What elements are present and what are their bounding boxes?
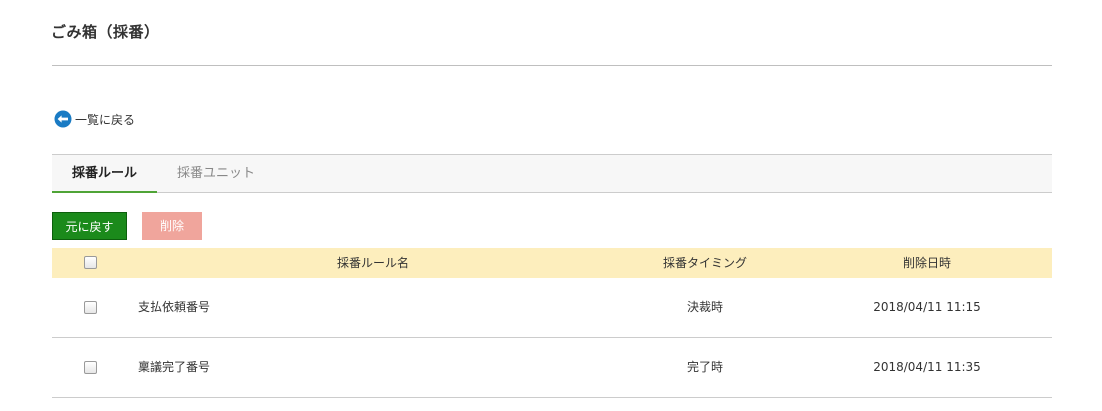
timing-cell: 完了時 <box>686 360 723 374</box>
tab-label: 採番ユニット <box>176 166 255 181</box>
deleted-at-cell: 2018/04/11 11:35 <box>873 360 981 374</box>
row-checkbox-cell <box>52 338 128 397</box>
tab-numbering-units[interactable]: 採番ユニット <box>164 155 268 192</box>
rule-name-cell: 支払依頼番号 <box>138 300 211 314</box>
back-link-label: 一覧に戻る <box>75 112 136 127</box>
page-title: ごみ箱（採番） <box>51 23 160 41</box>
timing-cell: 決裁時 <box>686 300 723 314</box>
rule-name-cell: 稟議完了番号 <box>138 360 211 374</box>
row-checkbox[interactable] <box>83 361 97 374</box>
column-header-rule-name: 採番ルール名 <box>336 256 409 270</box>
back-to-list-link[interactable]: 一覧に戻る <box>54 110 135 128</box>
active-tab-indicator <box>52 191 157 193</box>
tab-bar: 採番ルール 採番ユニット <box>52 154 1052 193</box>
delete-button[interactable]: 削除 <box>142 212 202 240</box>
deleted-at-cell: 2018/04/11 11:15 <box>873 300 981 314</box>
row-checkbox-cell <box>52 278 128 337</box>
tab-numbering-rules[interactable]: 採番ルール <box>52 155 157 193</box>
header-checkbox-cell <box>52 248 128 278</box>
select-all-checkbox[interactable] <box>83 255 97 269</box>
trash-table: 採番ルール名 採番タイミング 削除日時 支払依頼番号 決裁時 2018/04/1… <box>52 248 1052 398</box>
restore-button[interactable]: 元に戻す <box>52 212 127 240</box>
table-row: 稟議完了番号 完了時 2018/04/11 11:35 <box>52 338 1052 398</box>
tab-label: 採番ルール <box>71 166 137 181</box>
table-header: 採番ルール名 採番タイミング 削除日時 <box>52 248 1052 278</box>
column-header-timing: 採番タイミング <box>662 256 747 270</box>
column-header-deleted-at: 削除日時 <box>902 256 951 270</box>
title-divider <box>52 65 1052 66</box>
arrow-left-circle-icon <box>54 110 72 128</box>
table-row: 支払依頼番号 決裁時 2018/04/11 11:15 <box>52 278 1052 338</box>
row-checkbox[interactable] <box>83 301 97 314</box>
